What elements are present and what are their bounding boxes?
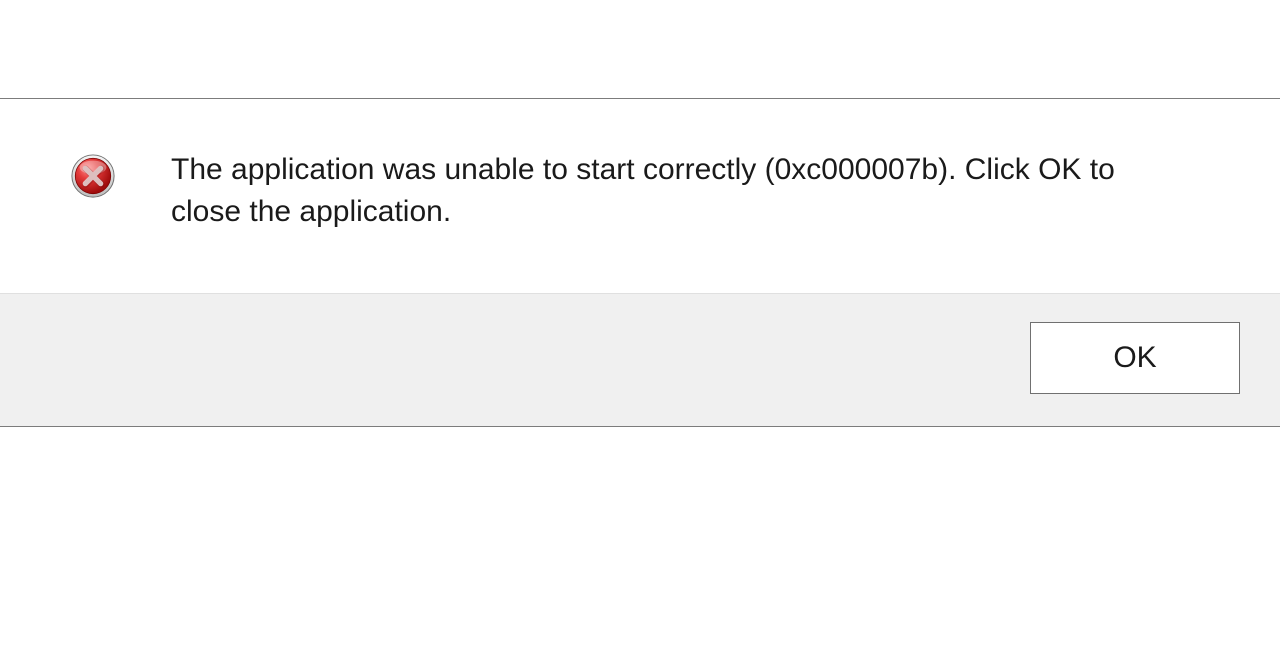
error-x-icon — [70, 153, 116, 199]
ok-button[interactable]: OK — [1030, 322, 1240, 394]
dialog-footer: OK — [0, 293, 1280, 426]
dialog-body: The application was unable to start corr… — [0, 99, 1280, 293]
error-message: The application was unable to start corr… — [171, 149, 1171, 233]
error-dialog: The application was unable to start corr… — [0, 98, 1280, 427]
